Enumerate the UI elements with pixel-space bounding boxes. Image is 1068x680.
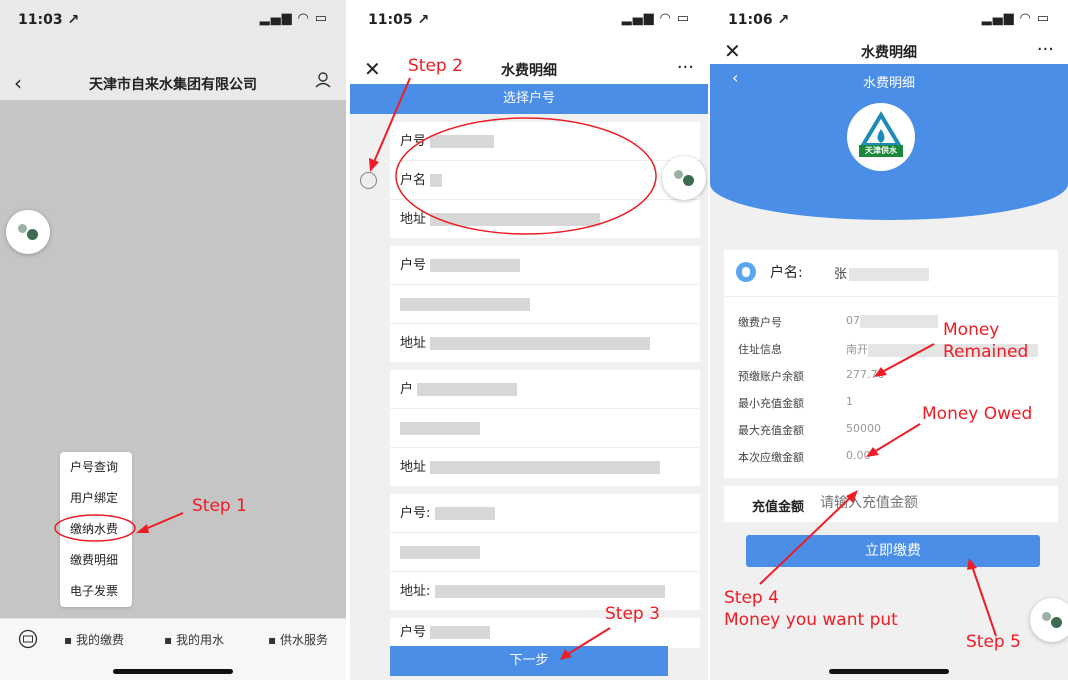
annotation-step-2: Step 2 xyxy=(408,56,463,76)
annotation-arrow xyxy=(567,627,611,655)
annotation-arrow xyxy=(373,77,411,163)
annotation-step-3: Step 3 xyxy=(605,604,660,624)
annotation-arrow xyxy=(971,565,997,637)
annotation-step-5: Step 5 xyxy=(966,632,1021,652)
arrow-head xyxy=(560,649,572,660)
annotation-arrow xyxy=(142,512,184,531)
annotation-overlay-3 xyxy=(759,343,997,637)
arrow-head xyxy=(369,158,379,172)
arrow-head xyxy=(866,447,879,457)
annotation-money-owed: Money Owed xyxy=(922,404,1033,424)
annotation-ellipse xyxy=(395,117,657,235)
annotation-arrow xyxy=(873,423,921,453)
annotation-step-4: Step 4 xyxy=(724,588,779,608)
annotation-remained: Remained xyxy=(943,342,1029,362)
screen-3: 11:06 ↗ ▂▄▆ ◠ ▭ ✕ 水费明细 ··· ‹ 水费明细 天津供水 户… xyxy=(710,0,1068,680)
annotation-ellipse xyxy=(54,514,136,542)
arrow-head xyxy=(967,558,977,570)
annotation-overlay-2 xyxy=(369,77,657,660)
annotation-arrow xyxy=(759,495,853,585)
annotation-overlay-1 xyxy=(54,512,184,542)
screen-2: 11:05 ↗ ▂▄▆ ◠ ▭ ✕ 水费明细 ··· 选择户号 户号 户名 地址… xyxy=(350,0,708,680)
annotation-money: Money xyxy=(943,320,1000,340)
annotation-step-4-desc: Money you want put xyxy=(724,610,898,630)
annotation-arrow xyxy=(881,343,935,373)
arrow-head xyxy=(874,367,887,377)
arrow-head xyxy=(136,524,149,533)
annotation-step-1: Step 1 xyxy=(192,496,247,516)
screen-1: 11:03 ↗ ▂▄▆ ◠ ▭ ‹ 天津市自来水集团有限公司 户号查询 用户绑定… xyxy=(0,0,346,680)
